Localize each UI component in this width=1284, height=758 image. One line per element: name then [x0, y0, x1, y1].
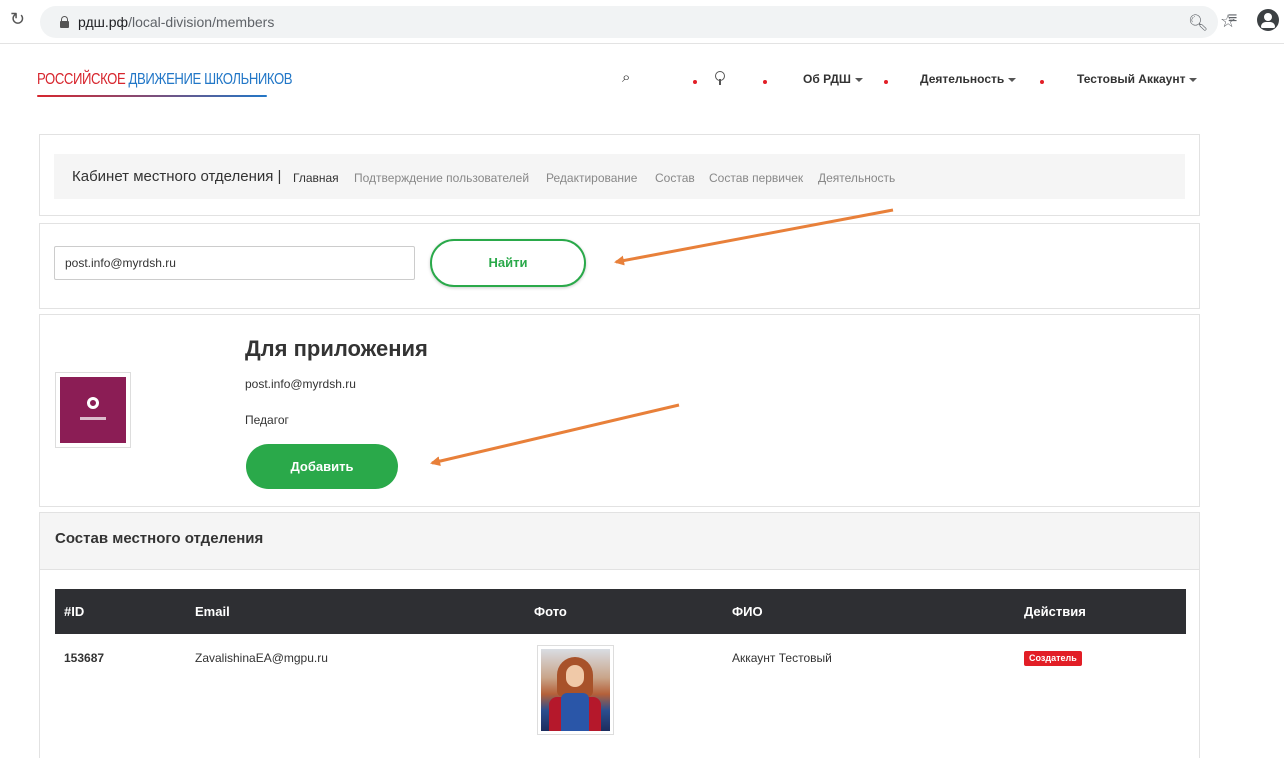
search-input[interactable] [54, 246, 415, 280]
user-avatar [55, 372, 131, 448]
member-email: ZavalishinaEA@mgpu.ru [195, 651, 328, 665]
creator-badge[interactable]: Создатель [1024, 651, 1082, 666]
found-user-panel: Для приложения post.info@myrdsh.ru Педаг… [39, 314, 1200, 507]
tab-main[interactable]: Главная [293, 171, 339, 185]
search-panel: Найти [39, 223, 1200, 309]
nav-about[interactable]: Об РДШ [803, 72, 863, 86]
site-header: РОССИЙСКОЕ ДВИЖЕНИЕ ШКОЛЬНИКОВ ⌕ Об РДШ … [0, 45, 1284, 120]
nav-separator [1040, 80, 1044, 84]
broadcast-icon[interactable] [714, 71, 726, 85]
nav-account[interactable]: Тестовый Аккаунт [1077, 72, 1198, 86]
chevron-down-icon [1189, 77, 1198, 82]
member-fio: Аккаунт Тестовый [732, 651, 832, 665]
user-email: post.info@myrdsh.ru [245, 377, 356, 391]
lock-icon[interactable] [60, 16, 69, 28]
tab-editing[interactable]: Редактирование [546, 171, 637, 185]
cabinet-tabs: Кабинет местного отделения | Главная Под… [54, 154, 1185, 199]
column-header-fio: ФИО [732, 604, 763, 619]
nav-separator [763, 80, 767, 84]
site-logo[interactable]: РОССИЙСКОЕ ДВИЖЕНИЕ ШКОЛЬНИКОВ [37, 71, 293, 89]
logo-underline [37, 95, 267, 97]
chevron-down-icon [854, 77, 863, 82]
members-panel: Состав местного отделения #ID Email Фото… [39, 512, 1200, 758]
column-header-id: #ID [64, 604, 85, 619]
reload-icon[interactable]: ↻ [10, 9, 25, 30]
tab-members[interactable]: Состав [655, 171, 695, 185]
member-avatar [537, 645, 614, 735]
url-text[interactable]: рдш.рф/local-division/members [78, 14, 274, 30]
tab-user-confirmation[interactable]: Подтверждение пользователей [354, 171, 529, 185]
address-bar[interactable]: рдш.рф/local-division/members 🔍︎ ☆ [40, 6, 1236, 38]
nav-activity[interactable]: Деятельность [920, 72, 1017, 86]
queue-icon[interactable]: ≡ [1228, 10, 1237, 28]
profile-icon[interactable] [1257, 9, 1279, 31]
browser-toolbar: ↻ рдш.рф/local-division/members 🔍︎ ☆ ≡ [0, 0, 1284, 44]
members-header: Состав местного отделения [40, 513, 1199, 570]
member-avatar-image [541, 649, 610, 731]
user-role: Педагог [245, 413, 289, 427]
column-header-email: Email [195, 604, 230, 619]
table-header: #ID Email Фото ФИО Действия [55, 589, 1186, 634]
column-header-photo: Фото [534, 604, 567, 619]
column-header-actions: Действия [1024, 604, 1086, 619]
chevron-down-icon [1008, 77, 1017, 82]
user-avatar-image [60, 377, 126, 443]
user-name: Для приложения [245, 336, 428, 361]
search-icon[interactable]: ⌕ [622, 69, 630, 86]
tab-primary-members[interactable]: Состав первичек [709, 171, 803, 185]
cabinet-nav-panel: Кабинет местного отделения | Главная Под… [39, 134, 1200, 216]
member-id: 153687 [64, 651, 105, 665]
members-title: Состав местного отделения [55, 530, 264, 547]
cabinet-title: Кабинет местного отделения | [72, 168, 282, 185]
zoom-icon[interactable]: 🔍︎ [1188, 13, 1208, 33]
nav-separator [884, 80, 888, 84]
nav-separator [693, 80, 697, 84]
add-button[interactable]: Добавить [246, 444, 398, 489]
tab-activity[interactable]: Деятельность [818, 171, 895, 185]
find-button[interactable]: Найти [430, 239, 586, 287]
